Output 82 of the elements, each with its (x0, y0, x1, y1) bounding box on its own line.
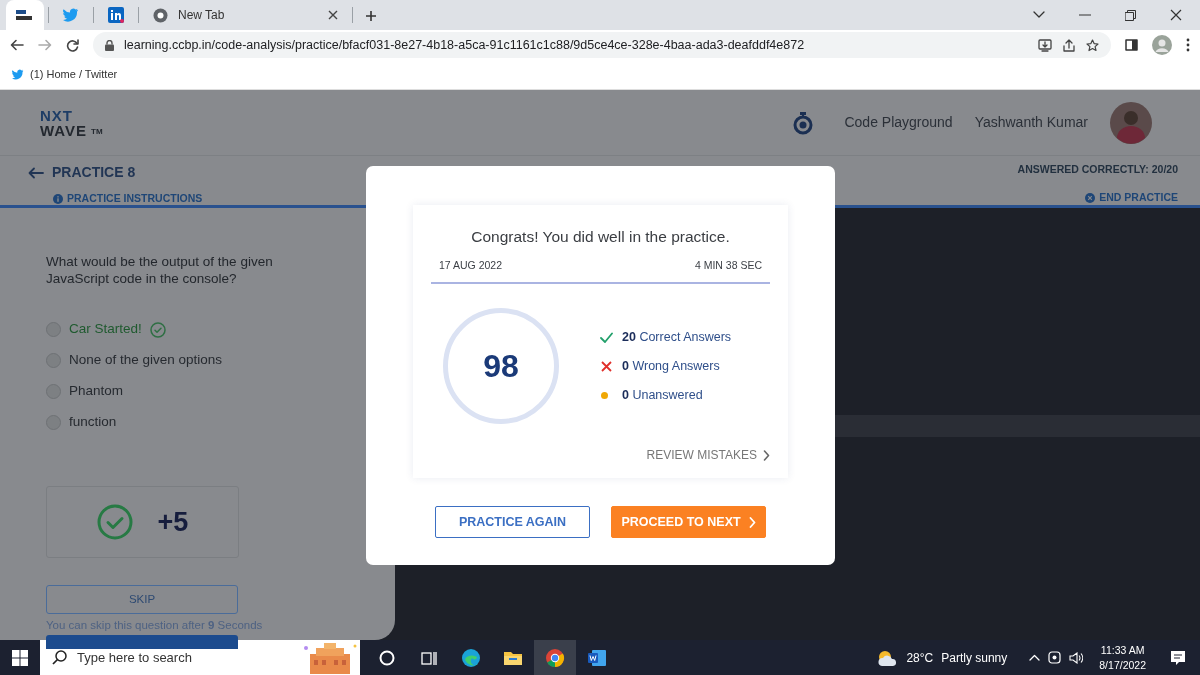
points-text: +5 (157, 505, 189, 539)
chevron-right-icon (763, 449, 770, 461)
bird-icon[interactable] (12, 69, 24, 80)
profile-avatar-icon[interactable] (1152, 35, 1172, 55)
check-icon (599, 331, 613, 343)
practice-duration: 4 MIN 38 SEC (694, 258, 762, 274)
back-arrow-icon[interactable] (28, 166, 44, 179)
back-arrow-icon[interactable] (10, 39, 24, 51)
question-text: What would be the output of the given JavaScript code in the console? (46, 253, 274, 287)
chevron-up-icon[interactable] (1029, 654, 1041, 661)
stopwatch-icon[interactable] (792, 110, 815, 135)
answer-option[interactable]: function (46, 407, 395, 438)
square-logo-icon[interactable] (108, 7, 124, 23)
task-view-icon[interactable] (421, 649, 437, 666)
review-mistakes-link[interactable]: REVIEW MISTAKES (646, 446, 770, 464)
chevron-right-icon (748, 516, 756, 528)
globe-icon[interactable] (153, 7, 168, 23)
congrats-message: Congrats! You did well in the practice. (470, 227, 731, 247)
restore-icon[interactable] (1125, 9, 1136, 21)
star-icon[interactable] (1086, 38, 1099, 52)
nav-link[interactable]: Code Playground (844, 112, 953, 133)
chevron-down-icon[interactable] (1033, 11, 1045, 19)
option-label: Phantom (69, 382, 124, 401)
next-button[interactable] (46, 635, 238, 650)
user-avatar[interactable] (1110, 101, 1152, 144)
practice-date: 17 AUG 2022 (439, 258, 503, 274)
score-value: 98 (483, 347, 519, 386)
stat-text: 0 Unanswered (622, 386, 703, 404)
document-icon[interactable] (587, 648, 607, 667)
trademark-text: TM (91, 125, 103, 138)
answered-count: ANSWERED CORRECTLY: 20/20 (1017, 162, 1178, 177)
speaker-icon[interactable] (1069, 651, 1084, 664)
answer-option[interactable]: None of the given options (46, 345, 395, 376)
practice-again-button[interactable]: PRACTICE AGAIN (435, 506, 590, 538)
new-tab-icon[interactable] (365, 9, 377, 22)
end-practice-link[interactable]: END PRACTICE (1099, 189, 1178, 206)
url-text: learning.ccbp.in/code-analysis/practice/bfacf031-8e27-4b18-a5ca-91c1161c1c88/9d5ce4ce-328e-4baa-ada3-deafddf4e872 (124, 36, 806, 54)
skip-button[interactable]: SKIP (46, 585, 238, 614)
practice-title: PRACTICE 8 (52, 163, 136, 182)
logo-text: NXT (40, 107, 74, 123)
side-panel-icon[interactable] (1125, 39, 1138, 51)
close-icon[interactable] (1170, 9, 1182, 21)
instructions-link[interactable]: PRACTICE INSTRUCTIONS (67, 191, 203, 207)
browser-icon[interactable] (545, 647, 565, 668)
close-icon[interactable] (328, 10, 338, 20)
lock-icon (105, 39, 114, 51)
clock-time: 11:33 AM (1099, 642, 1146, 658)
search-placeholder: Type here to search (77, 648, 193, 667)
proceed-button[interactable]: PROCEED TO NEXT (611, 506, 766, 538)
check-circle-icon (149, 321, 166, 338)
logo-text: WAVE (40, 122, 88, 138)
option-label: function (69, 413, 117, 432)
browser-icon[interactable] (461, 647, 481, 668)
search-icon (52, 650, 67, 665)
temperature-text: 28°C (906, 649, 934, 667)
stat-text: 20 Correct Answers (622, 328, 732, 346)
option-label: None of the given options (69, 351, 223, 370)
reload-icon[interactable] (66, 38, 79, 52)
share-icon[interactable] (1062, 38, 1076, 52)
circle-icon[interactable] (379, 649, 395, 666)
tab-title: New Tab (178, 7, 226, 24)
bookmark-link[interactable]: (1) Home / Twitter (30, 66, 118, 83)
windows-icon[interactable] (12, 649, 28, 666)
answer-option[interactable]: Car Started! (46, 314, 395, 345)
browser-tab[interactable]: New Tab (143, 0, 348, 30)
user-name: Yashwanth Kumar (974, 113, 1088, 132)
install-icon[interactable] (1038, 38, 1052, 52)
weather-icon[interactable] (876, 648, 899, 667)
notification-icon[interactable] (1170, 650, 1186, 667)
camera-icon[interactable] (1048, 650, 1062, 665)
check-circle-icon (96, 504, 133, 540)
stat-text: 0 Wrong Answers (622, 357, 720, 375)
option-label: Car Started! (69, 320, 142, 339)
address-bar[interactable]: learning.ccbp.in/code-analysis/practice/bfacf031-8e27-4b18-a5ca-91c1161c1c88/9d5ce4ce-328e-4baa-ada3-deafddf4e872 (93, 32, 1111, 58)
more-menu-icon[interactable] (1186, 38, 1190, 52)
cross-icon (600, 360, 612, 372)
answer-option[interactable]: Phantom (46, 376, 395, 407)
clock-date: 8/17/2022 (1099, 657, 1146, 673)
weather-text: Partly sunny (941, 649, 1008, 667)
logo-icon[interactable] (16, 10, 34, 20)
folder-icon[interactable] (503, 649, 523, 666)
browser-tab[interactable] (6, 0, 44, 30)
